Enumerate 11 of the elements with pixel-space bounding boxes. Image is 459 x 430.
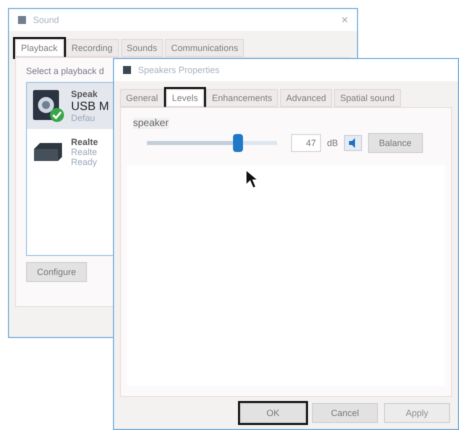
device-status: Ready [71,157,98,167]
device-description: Realte [71,147,98,157]
instruction-text: Select a playback d [26,66,104,76]
unit-label: dB [327,138,338,148]
channel-label: speaker [133,118,169,129]
window-title: Speakers Properties [138,65,220,75]
device-status: Defau [71,113,96,123]
device-name: Realte [71,137,98,147]
window-title: Sound [33,15,60,25]
device-description: USB M [71,99,110,113]
device-name: Speak [71,89,99,99]
